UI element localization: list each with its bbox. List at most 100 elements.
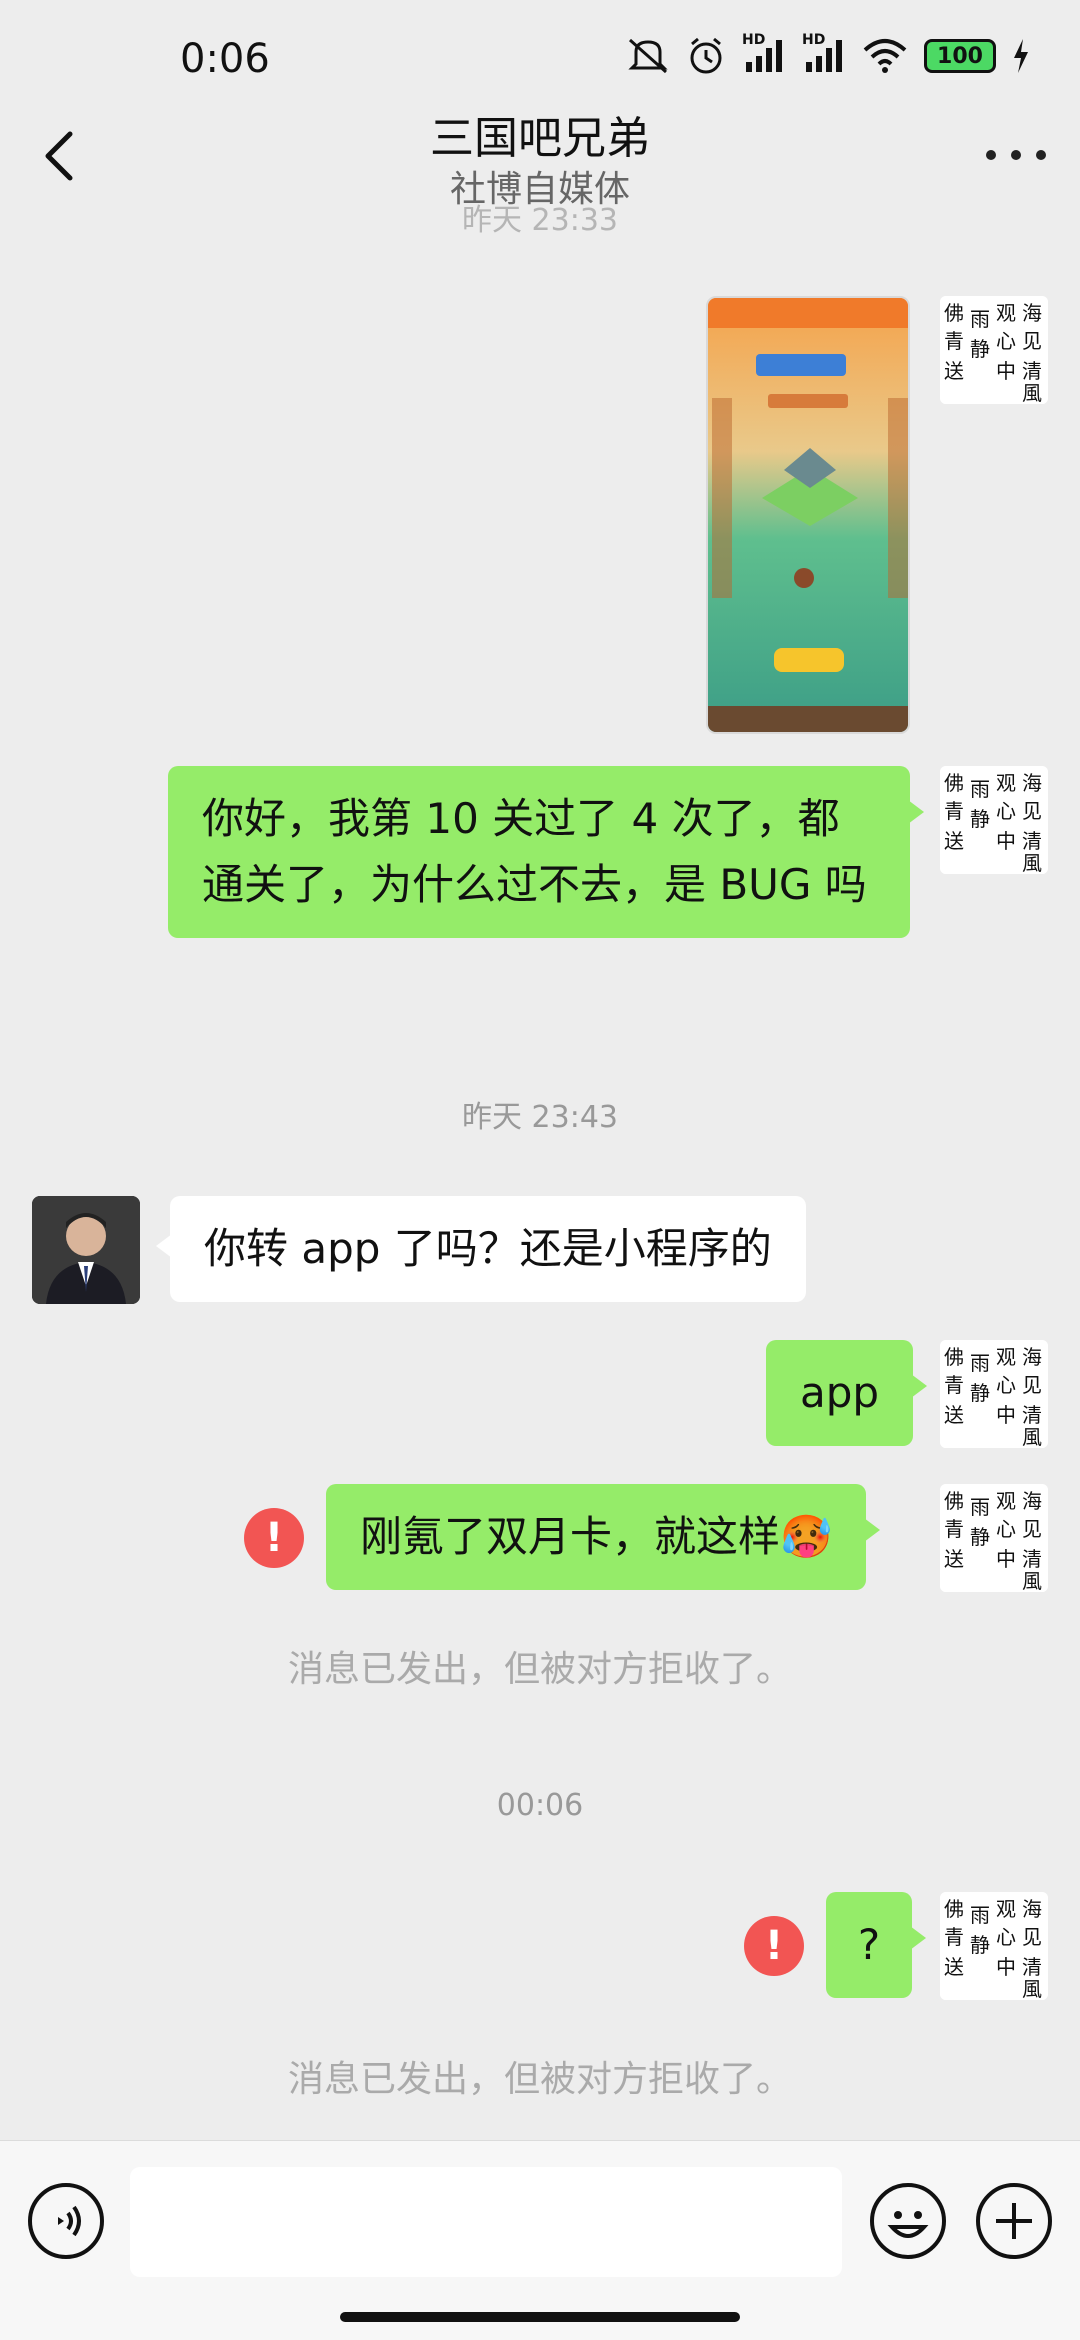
avatar-char: 心 <box>996 799 1016 823</box>
avatar-char: 青 <box>944 799 964 823</box>
avatar-char: 風 <box>1022 1425 1042 1448</box>
avatar-char: 中 <box>996 1403 1016 1427</box>
avatar-char: 雨 <box>970 1351 990 1375</box>
rejected-notice: 消息已发出，但被对方拒收了。 <box>287 1649 792 1690</box>
partial-timestamp: 昨天 23:33 <box>462 203 618 238</box>
signal-icon: HD <box>802 32 846 74</box>
message-bubble-sent[interactable]: 刚氪了双月卡，就这样🥵 <box>326 1484 881 1590</box>
avatar-char: 心 <box>996 1925 1016 1949</box>
my-avatar[interactable]: 佛 青 送 雨 静 观 心 中 海 见 清 風 <box>940 1892 1048 2000</box>
signal-icon: HD <box>742 32 786 74</box>
message-input[interactable] <box>130 2167 842 2277</box>
avatar-char: 送 <box>944 829 964 853</box>
avatar-char: 雨 <box>970 1903 990 1927</box>
avatar-char: 雨 <box>970 307 990 331</box>
message-bubble-sent[interactable]: app <box>766 1340 928 1446</box>
message-text: 你转 app 了吗？还是小程序的 <box>204 1224 772 1273</box>
my-avatar[interactable]: 佛 青 送 雨 静 观 心 中 海 见 清 風 <box>940 296 1048 404</box>
contact-avatar[interactable] <box>32 1196 140 1304</box>
status-time: 0:06 <box>180 36 270 82</box>
home-indicator[interactable] <box>340 2312 740 2322</box>
calligraphy-avatar-image: 佛 青 送 雨 静 观 心 中 海 见 清 風 <box>940 1892 1048 2000</box>
avatar-char: 观 <box>996 1489 1016 1513</box>
mute-icon <box>626 36 670 76</box>
send-failed-icon[interactable]: ! <box>244 1508 304 1568</box>
voice-icon <box>58 2205 81 2237</box>
person-photo-avatar <box>32 1196 140 1304</box>
avatar-char: 静 <box>970 1381 990 1405</box>
my-avatar[interactable]: 佛 青 送 雨 静 观 心 中 海 见 清 風 <box>940 1484 1048 1592</box>
avatar-char: 心 <box>996 329 1016 353</box>
message-bubble-sent[interactable]: ? <box>826 1892 926 1998</box>
send-failed-icon[interactable]: ! <box>744 1916 804 1976</box>
avatar-char: 送 <box>944 1547 964 1571</box>
avatar-char: 海 <box>1022 771 1042 795</box>
avatar-char: 清 <box>1022 1403 1042 1427</box>
signal-label: HD <box>802 32 826 48</box>
avatar-char: 心 <box>996 1517 1016 1541</box>
avatar-char: 風 <box>1022 1569 1042 1592</box>
avatar-char: 海 <box>1022 1345 1042 1369</box>
avatar-char: 海 <box>1022 1489 1042 1513</box>
game-screenshot-image[interactable] <box>706 296 910 734</box>
timestamp: 昨天 23:43 <box>462 1100 618 1135</box>
avatar-char: 见 <box>1022 1925 1042 1949</box>
emoji-icon <box>887 2211 929 2238</box>
avatar-char: 中 <box>996 1547 1016 1571</box>
avatar-char: 见 <box>1022 1517 1042 1541</box>
avatar-char: 送 <box>944 1403 964 1427</box>
avatar-char: 風 <box>1022 851 1042 874</box>
emoji-button[interactable] <box>870 2183 946 2259</box>
avatar-char: 观 <box>996 301 1016 325</box>
chat-title: 三国吧兄弟 <box>430 113 650 164</box>
more-button[interactable] <box>986 140 1046 170</box>
avatar-char: 佛 <box>944 1345 964 1369</box>
calligraphy-avatar-image: 佛 青 送 雨 静 观 心 中 海 见 清 風 <box>940 766 1048 874</box>
avatar-char: 雨 <box>970 777 990 801</box>
message-text: ? <box>857 1920 881 1969</box>
more-dots-icon <box>1011 150 1021 160</box>
avatar-char: 送 <box>944 1955 964 1979</box>
avatar-char: 静 <box>970 807 990 831</box>
avatar-char: 海 <box>1022 301 1042 325</box>
message-text: app <box>800 1368 880 1417</box>
more-dots-icon <box>986 150 996 160</box>
avatar-char: 海 <box>1022 1897 1042 1921</box>
signal-label: HD <box>742 32 766 48</box>
avatar-char: 青 <box>944 1373 964 1397</box>
avatar-char: 中 <box>996 1955 1016 1979</box>
avatar-char: 观 <box>996 1897 1016 1921</box>
avatar-char: 中 <box>996 359 1016 383</box>
message-bubble-sent[interactable]: 你好，我第 10 关过了 4 次了，都通关了，为什么过不去，是 BUG 吗 <box>168 766 924 938</box>
avatar-char: 中 <box>996 829 1016 853</box>
avatar-char: 送 <box>944 359 964 383</box>
avatar-char: 清 <box>1022 359 1042 383</box>
plus-button[interactable] <box>976 2183 1052 2259</box>
avatar-char: 青 <box>944 329 964 353</box>
wifi-icon <box>862 38 908 74</box>
avatar-char: 见 <box>1022 329 1042 353</box>
avatar-char: 青 <box>944 1517 964 1541</box>
avatar-char: 佛 <box>944 771 964 795</box>
plus-icon <box>996 2203 1032 2239</box>
message-bubble-received[interactable]: 你转 app 了吗？还是小程序的 <box>156 1196 806 1302</box>
avatar-char: 佛 <box>944 1489 964 1513</box>
sweat-emoji-icon: 🥵 <box>780 1512 833 1561</box>
avatar-char: 雨 <box>970 1495 990 1519</box>
avatar-char: 佛 <box>944 1897 964 1921</box>
avatar-char: 观 <box>996 771 1016 795</box>
status-icons: HD HD 100 <box>626 32 1030 76</box>
my-avatar[interactable]: 佛 青 送 雨 静 观 心 中 海 见 清 風 <box>940 1340 1048 1448</box>
voice-button[interactable] <box>28 2183 104 2259</box>
avatar-char: 静 <box>970 1525 990 1549</box>
calligraphy-avatar-image: 佛 青 送 雨 静 观 心 中 海 见 清 風 <box>940 296 1048 404</box>
calligraphy-avatar-image: 佛 青 送 雨 静 观 心 中 海 见 清 風 <box>940 1340 1048 1448</box>
timestamp: 00:06 <box>496 1788 584 1823</box>
avatar-char: 见 <box>1022 799 1042 823</box>
rejected-notice: 消息已发出，但被对方拒收了。 <box>287 2059 792 2100</box>
avatar-char: 心 <box>996 1373 1016 1397</box>
message-text: 刚氪了双月卡，就这样 <box>360 1512 781 1561</box>
avatar-char: 風 <box>1022 1977 1042 2000</box>
my-avatar[interactable]: 佛 青 送 雨 静 观 心 中 海 见 清 風 <box>940 766 1048 874</box>
avatar-char: 清 <box>1022 1955 1042 1979</box>
